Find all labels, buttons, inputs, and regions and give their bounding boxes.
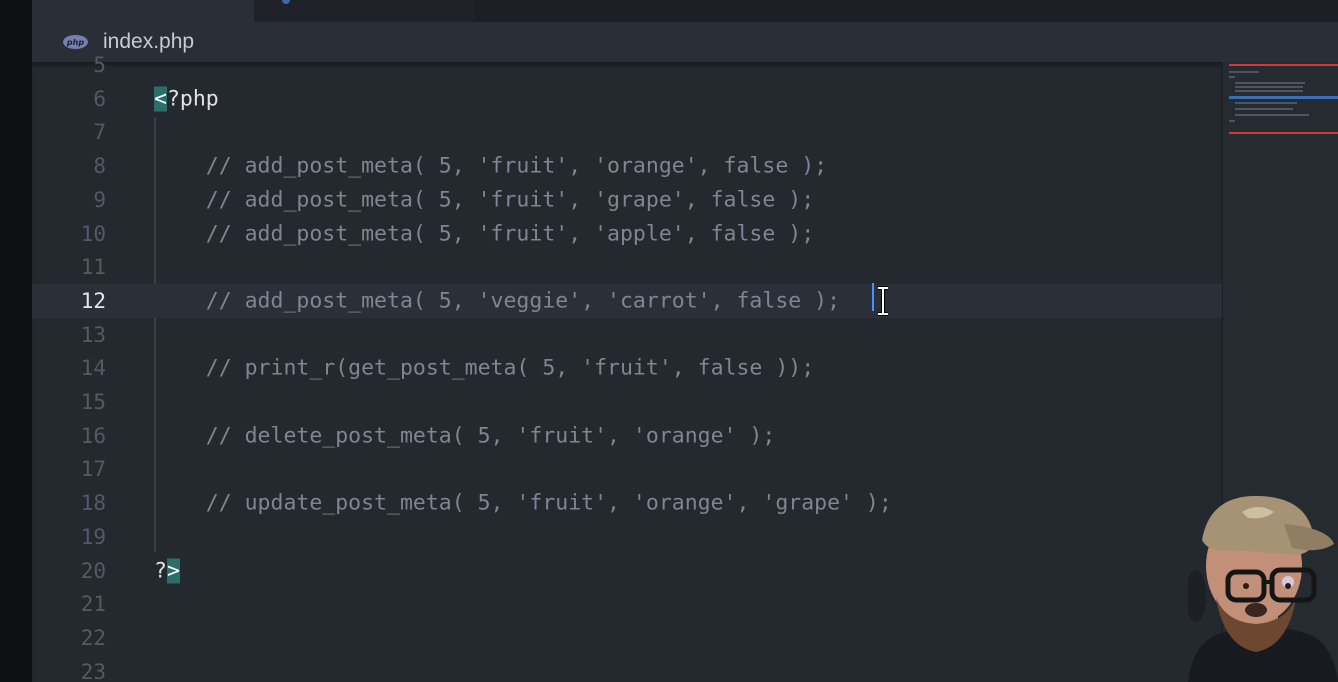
code-line[interactable]: 6 <?php — [32, 82, 1222, 116]
minimap-marker — [1229, 64, 1338, 66]
code-line[interactable]: 7 — [32, 115, 1222, 149]
code-line[interactable]: 23 — [32, 655, 1222, 682]
code-text: // update_post_meta( 5, 'fruit', 'orange… — [154, 490, 892, 516]
line-number: 9 — [93, 187, 106, 212]
code-line[interactable]: 17 — [32, 452, 1222, 486]
line-number: 16 — [80, 423, 106, 448]
minimap-line — [1235, 82, 1305, 84]
bracket-match-highlight: > — [166, 558, 180, 583]
line-number: 10 — [80, 221, 106, 246]
text-cursor — [872, 283, 874, 311]
minimap-line — [1235, 108, 1293, 110]
line-number: 8 — [93, 154, 106, 179]
code-line[interactable]: 22 — [32, 621, 1222, 655]
line-number: 13 — [80, 322, 106, 347]
minimap-line — [1235, 102, 1297, 104]
bracket-match-highlight: < — [154, 86, 167, 112]
code-line[interactable]: 20 ?> — [32, 554, 1222, 588]
line-number: 7 — [93, 120, 106, 145]
minimap-line — [1235, 90, 1303, 92]
code-line[interactable]: 15 — [32, 385, 1222, 419]
minimap-marker — [1229, 132, 1338, 134]
line-number: 17 — [80, 457, 106, 482]
webcam-overlay — [1188, 494, 1338, 682]
code-text: // add_post_meta( 5, 'fruit', 'apple', f… — [154, 221, 815, 246]
code-line[interactable]: 11 — [32, 250, 1222, 284]
line-number: 18 — [80, 491, 106, 516]
line-number: 15 — [80, 390, 106, 414]
code-line[interactable]: 14 // print_r(get_post_meta( 5, 'fruit',… — [32, 351, 1222, 385]
line-number: 23 — [80, 659, 106, 682]
minimap-current-line — [1229, 96, 1338, 99]
code-text: <?php — [154, 86, 219, 112]
code-line[interactable]: 9 // add_post_meta( 5, 'fruit', 'grape',… — [32, 183, 1222, 217]
code-line[interactable]: 8 // add_post_meta( 5, 'fruit', 'orange'… — [32, 149, 1222, 183]
code-text: // delete_post_meta( 5, 'fruit', 'orange… — [154, 423, 776, 449]
code-editor[interactable]: 5 6 <?php 7 8 // add_post_meta( 5, 'fruit', … — [32, 53, 1222, 682]
file-icon — [282, 0, 290, 4]
tab-strip — [32, 0, 1338, 22]
line-number: 12 — [80, 288, 106, 313]
code-line[interactable]: 21 — [32, 587, 1222, 621]
php-icon: php — [63, 35, 88, 49]
editor-window: php index.php 5 6 <?php 7 8 // add_post_meta… — [32, 0, 1338, 682]
code-line[interactable]: 10 // add_post_meta( 5, 'fruit', 'apple'… — [32, 217, 1222, 251]
line-number: 22 — [80, 625, 106, 650]
minimap-line — [1235, 86, 1303, 88]
minimap-line — [1235, 114, 1309, 116]
presenter-image — [1188, 495, 1338, 682]
line-number: 14 — [80, 356, 106, 381]
line-number: 21 — [80, 592, 106, 617]
line-number: 6 — [93, 86, 106, 111]
minimap-line — [1229, 76, 1235, 78]
code-line[interactable]: 13 — [32, 318, 1222, 352]
minimap-line — [1229, 71, 1259, 73]
code-text: // add_post_meta( 5, 'fruit', 'orange', … — [154, 153, 828, 179]
ibeam-cursor-icon — [878, 286, 888, 316]
tab-active[interactable] — [32, 0, 254, 22]
code-line[interactable]: 12 // add_post_meta( 5, 'veggie', 'carro… — [32, 283, 1222, 318]
code-text: // add_post_meta( 5, 'veggie', 'carrot',… — [154, 288, 841, 314]
line-number: 20 — [80, 558, 106, 583]
minimap-line — [1229, 120, 1235, 122]
tab-other[interactable] — [254, 0, 474, 22]
code-line[interactable]: 19 — [32, 520, 1222, 554]
line-number: 19 — [80, 524, 106, 549]
code-text: // add_post_meta( 5, 'fruit', 'grape', f… — [154, 187, 815, 213]
line-number: 5 — [93, 53, 106, 77]
code-text: // print_r(get_post_meta( 5, 'fruit', fa… — [154, 355, 815, 381]
code-text: ?> — [154, 558, 180, 583]
code-line[interactable]: 18 // update_post_meta( 5, 'fruit', 'ora… — [32, 486, 1222, 520]
line-number: 11 — [80, 255, 106, 280]
code-line[interactable]: 16 // delete_post_meta( 5, 'fruit', 'ora… — [32, 419, 1222, 453]
code-line[interactable]: 5 — [32, 48, 1222, 82]
